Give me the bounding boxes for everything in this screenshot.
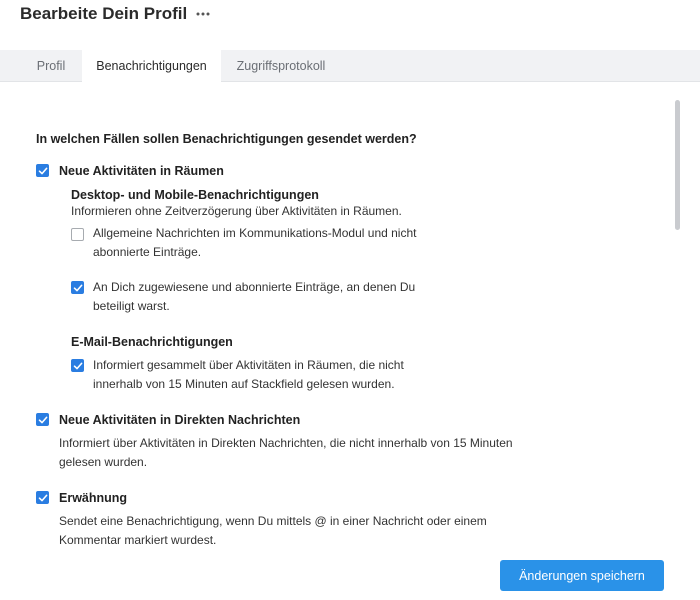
direct-messages-line1: Informiert über Aktivitäten in Direkten …	[59, 436, 513, 450]
mention-label: Erwähnung	[59, 491, 128, 505]
tab-zugriffsprotokoll[interactable]: Zugriffsprotokoll	[221, 50, 341, 81]
direct-messages-checkbox[interactable]	[36, 413, 49, 426]
general-messages-line2: abonnierte Einträge.	[93, 245, 202, 259]
page-title: Bearbeite Dein Profil	[20, 4, 188, 23]
more-horizontal-icon[interactable]	[195, 6, 211, 22]
email-summary-line1: Informiert gesammelt über Aktivitäten in…	[93, 358, 404, 372]
save-changes-button[interactable]: Änderungen speichern	[500, 560, 664, 591]
rooms-checkbox[interactable]	[36, 164, 49, 177]
notification-settings: In welchen Fällen sollen Benachrichtigun…	[0, 82, 700, 600]
general-messages-checkbox[interactable]	[71, 228, 84, 241]
mention-line2: Kommentar markiert wurdest.	[59, 533, 217, 547]
scrollbar-thumb[interactable]	[675, 100, 680, 230]
assigned-entries-line1: An Dich zugewiesene und abonnierte Eintr…	[93, 280, 416, 294]
check-icon	[38, 416, 48, 424]
check-icon	[73, 362, 83, 370]
rooms-label: Neue Aktivitäten in Räumen	[59, 164, 224, 178]
desktop-description: Informieren ohne Zeitverzögerung über Ak…	[71, 204, 402, 218]
desktop-heading: Desktop- und Mobile-Benachrichtigungen	[71, 188, 319, 202]
mention-checkbox[interactable]	[36, 491, 49, 504]
settings-question: In welchen Fällen sollen Benachrichtigun…	[36, 132, 417, 146]
direct-messages-line2: gelesen wurden.	[59, 455, 148, 469]
assigned-entries-line2: beteiligt warst.	[93, 299, 170, 313]
tab-profil[interactable]: Profil	[22, 50, 80, 81]
check-icon	[73, 284, 83, 292]
scrollbar[interactable]	[675, 100, 680, 230]
assigned-entries-checkbox[interactable]	[71, 281, 84, 294]
tab-benachrichtigungen[interactable]: Benachrichtigungen	[82, 50, 221, 82]
email-heading: E-Mail-Benachrichtigungen	[71, 335, 233, 349]
header: Bearbeite Dein Profil	[0, 0, 700, 50]
tab-bar: Profil Benachrichtigungen Zugriffsprotok…	[0, 50, 700, 82]
profile-editor: Bearbeite Dein Profil Profil Benachricht…	[0, 0, 700, 600]
email-summary-checkbox[interactable]	[71, 359, 84, 372]
general-messages-line1: Allgemeine Nachrichten im Kommunikations…	[93, 226, 417, 240]
mention-line1: Sendet eine Benachrichtigung, wenn Du mi…	[59, 514, 487, 528]
email-summary-line2: innerhalb von 15 Minuten auf Stackfield …	[93, 377, 395, 391]
direct-messages-label: Neue Aktivitäten in Direkten Nachrichten	[59, 413, 301, 427]
check-icon	[38, 494, 48, 502]
check-icon	[38, 167, 48, 175]
